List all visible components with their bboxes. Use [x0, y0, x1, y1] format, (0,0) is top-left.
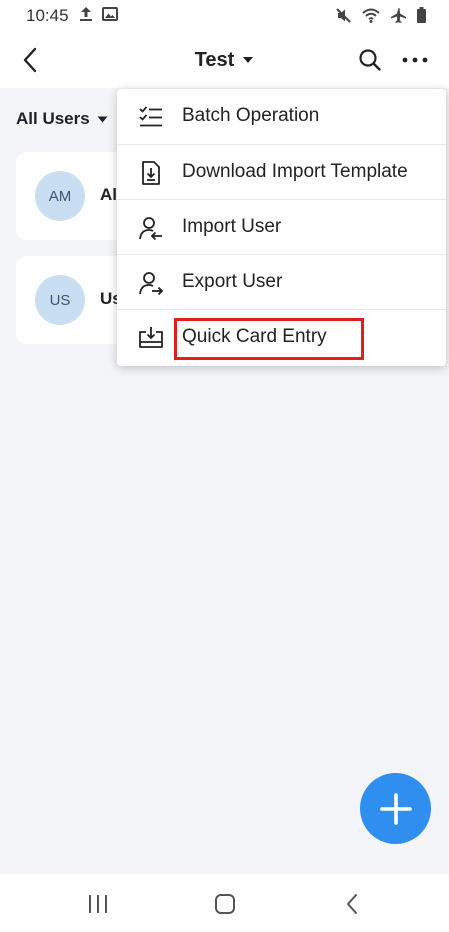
recents-icon [89, 895, 107, 913]
avatar: US [35, 275, 85, 325]
menu-item-import-user[interactable]: Import User [117, 200, 446, 255]
mute-icon [335, 7, 352, 24]
card-download-icon [139, 327, 163, 348]
app-header: Test [0, 32, 449, 88]
plus-icon [379, 792, 412, 825]
image-icon [101, 6, 118, 27]
search-icon [359, 49, 381, 71]
upload-icon [79, 6, 93, 27]
home-button[interactable] [211, 890, 239, 918]
more-button[interactable] [397, 42, 433, 78]
caret-down-icon [243, 57, 254, 63]
menu-item-batch-operation[interactable]: Batch Operation [117, 89, 446, 144]
caret-down-icon [97, 116, 108, 122]
add-button[interactable] [360, 773, 431, 844]
filter-label: All Users [16, 109, 90, 128]
page-title: Test [194, 48, 235, 71]
airplane-icon [390, 7, 407, 24]
system-back-button[interactable] [338, 890, 366, 918]
search-button[interactable] [352, 42, 388, 78]
menu-item-label: Batch Operation [182, 105, 320, 126]
menu-item-label: Import User [182, 216, 282, 237]
avatar: AM [35, 171, 85, 221]
more-icon [402, 57, 428, 63]
user-filter-dropdown[interactable]: All Users [16, 109, 108, 129]
download-file-icon [142, 161, 160, 185]
menu-item-label: Export User [182, 271, 283, 292]
menu-item-download-import-template[interactable]: Download Import Template [117, 145, 446, 200]
menu-item-export-user[interactable]: Export User [117, 255, 446, 310]
system-nav-bar [0, 874, 449, 932]
status-bar: 10:45 [0, 0, 449, 32]
checklist-icon [139, 106, 162, 127]
recents-button[interactable] [84, 890, 112, 918]
status-right-icons [335, 7, 427, 24]
export-user-icon [139, 272, 164, 296]
status-left-icons [79, 6, 118, 27]
import-user-icon [139, 217, 162, 241]
home-icon [215, 894, 235, 914]
battery-icon [416, 7, 427, 24]
wifi-icon [361, 7, 381, 24]
back-icon [347, 894, 357, 914]
user-name: Al [100, 185, 117, 204]
menu-item-label: Download Import Template [182, 161, 408, 182]
status-time: 10:45 [26, 6, 69, 25]
more-options-menu: Batch Operation Download Import Template… [117, 89, 446, 366]
highlight-box [174, 318, 364, 360]
